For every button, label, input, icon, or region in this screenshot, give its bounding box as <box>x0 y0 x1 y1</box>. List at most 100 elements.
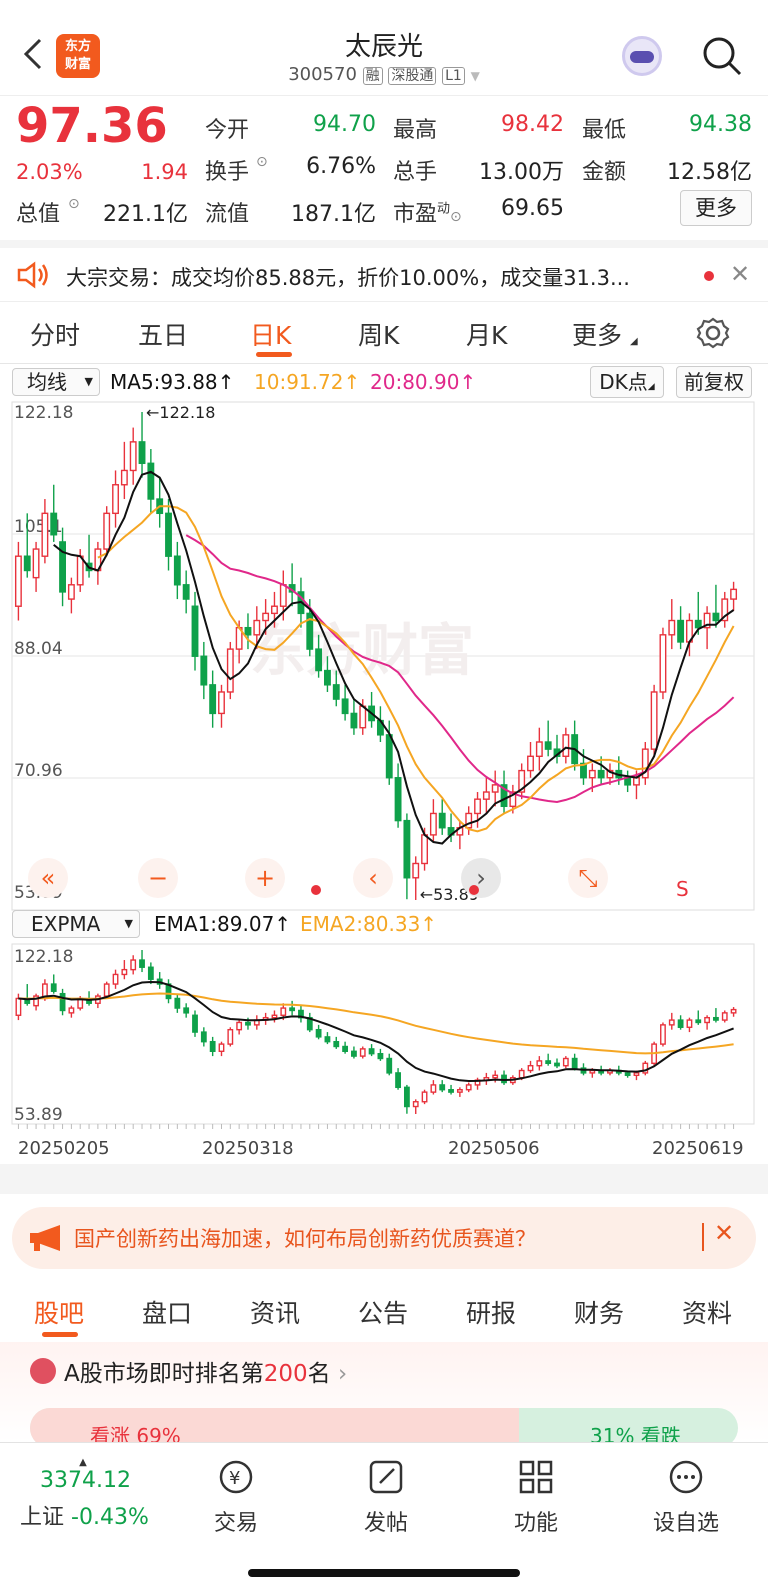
candle-body <box>244 626 252 636</box>
candle-body <box>15 997 22 1016</box>
svg-text:¥: ¥ <box>229 1468 240 1489</box>
index-value: 3374.12 <box>40 1468 131 1493</box>
sub-chart-svg[interactable]: 122.18 53.89 20250205 20250318 20250506 20250… <box>0 942 768 1194</box>
candle-body <box>412 1101 419 1108</box>
badge-level: L1 <box>442 67 465 85</box>
index-ticker[interactable]: ▲ 3374.12 上证 -0.43% <box>20 1457 170 1531</box>
candle-body <box>227 1028 234 1045</box>
ema2-line <box>18 992 734 1055</box>
nav-watchlist[interactable]: 设自选 <box>636 1457 736 1537</box>
scroll-left-icon[interactable]: « <box>41 864 56 892</box>
tab-intraday[interactable]: 分时 <box>30 316 80 352</box>
adjust-button[interactable]: 前复权 <box>676 366 752 398</box>
megaphone-icon <box>30 1225 60 1251</box>
high-value: 98.42 <box>501 112 564 137</box>
kline-chart[interactable]: 均线 ▼ MA5:93.88↑ 10:91.72↑ 20:80.90↑ DK点◢ … <box>0 364 768 1194</box>
change-percent: 2.03% <box>16 160 83 184</box>
tab-research[interactable]: 研报 <box>466 1294 516 1330</box>
close-icon[interactable]: ✕ <box>714 1219 734 1247</box>
candle-body <box>695 1019 702 1024</box>
candle-body <box>209 1040 216 1052</box>
nav-functions[interactable]: 功能 <box>486 1457 586 1537</box>
tab-more[interactable]: 更多 <box>572 316 622 352</box>
triangle-up-icon: ▲ <box>79 1457 87 1468</box>
indicator-select[interactable]: 均线 ▼ <box>12 368 100 396</box>
nav-label: 发帖 <box>363 1511 408 1536</box>
home-indicator <box>248 1569 520 1577</box>
candle-body <box>280 1007 287 1016</box>
caret-icon: ◢ <box>630 336 638 347</box>
candle-body <box>200 1031 207 1043</box>
rank-prefix: A股市场即时排名第 <box>64 1361 264 1387</box>
more-button[interactable]: 更多 <box>680 190 752 226</box>
promo-text[interactable]: 国产创新药出海加速，如何布局创新药优质赛道？ <box>74 1223 536 1253</box>
dk-point-button[interactable]: DK点◢ <box>590 366 664 398</box>
zoom-in-icon[interactable]: + <box>255 864 275 892</box>
prev-icon[interactable]: ‹ <box>368 864 378 892</box>
tab-weekly-k[interactable]: 周K <box>358 316 399 352</box>
main-chart-svg[interactable]: 122.18105.188.0470.9653.89东方财富←122.18←53… <box>0 400 768 912</box>
candle-body <box>465 1084 472 1091</box>
candle-body <box>236 1021 243 1031</box>
nav-post[interactable]: 发帖 <box>336 1457 436 1537</box>
info-icon[interactable]: ⊙ <box>450 209 462 225</box>
nav-trade[interactable]: ¥ 交易 <box>186 1457 286 1537</box>
candle-body <box>588 769 596 779</box>
candle-body <box>438 812 446 829</box>
tab-pankou[interactable]: 盘口 <box>142 1294 192 1330</box>
index-change: -0.43% <box>71 1505 149 1530</box>
candle-body <box>474 798 481 815</box>
mcap-value: 221.1亿 <box>103 202 188 227</box>
candle-body <box>359 1048 366 1057</box>
robot-avatar-icon[interactable] <box>622 36 662 76</box>
candle-body <box>412 862 420 879</box>
tab-five-day[interactable]: 五日 <box>138 316 188 352</box>
pe-value: 69.65 <box>501 196 564 221</box>
search-icon[interactable] <box>700 34 744 78</box>
zoom-out-icon[interactable]: − <box>148 864 168 892</box>
sub-indicator-select[interactable]: EXPMA ▼ <box>12 910 140 938</box>
candle-body <box>271 605 278 615</box>
candle-body <box>650 691 658 750</box>
candle-body <box>527 1065 534 1072</box>
nav-label: 功能 <box>513 1511 558 1536</box>
tab-guba[interactable]: 股吧 <box>34 1294 84 1330</box>
candle-body <box>535 741 543 757</box>
candle-body <box>32 548 40 579</box>
candle-body <box>341 698 349 715</box>
close-icon[interactable]: ✕ <box>730 260 750 288</box>
tab-daily-k[interactable]: 日K <box>250 316 291 352</box>
candle-body <box>333 1040 340 1048</box>
candle-body <box>482 791 490 800</box>
tab-profile[interactable]: 资料 <box>682 1294 732 1330</box>
turnover-label: 换手 <box>205 160 250 185</box>
notice-text[interactable]: 大宗交易：成交均价85.88元，折价10.00%，成交量31.3... <box>66 262 686 292</box>
rank-panel[interactable]: A股市场即时排名第200名 › 看涨 69% 31% 看跌 <box>0 1342 768 1448</box>
settings-icon[interactable] <box>696 316 730 350</box>
tab-news[interactable]: 资讯 <box>250 1294 300 1330</box>
candle-body <box>50 512 58 536</box>
candle-body <box>183 1007 190 1014</box>
candle-body <box>147 966 154 980</box>
tab-monthly-k[interactable]: 月K <box>466 316 507 352</box>
tab-finance[interactable]: 财务 <box>574 1294 624 1330</box>
dropdown-icon[interactable]: ▼ <box>471 69 480 83</box>
candle-body <box>677 1019 684 1028</box>
candle-body <box>633 777 640 786</box>
candle-body <box>112 484 119 515</box>
candle-body <box>129 441 137 472</box>
fullscreen-icon[interactable]: ⤡ <box>578 864 597 892</box>
promo-banner[interactable]: 国产创新药出海加速，如何布局创新药优质赛道？ ✕ <box>12 1207 756 1269</box>
signal-dot <box>469 885 479 895</box>
info-icon[interactable]: ⊙ <box>256 154 268 170</box>
rank-number: 200 <box>263 1361 308 1387</box>
candle-body <box>218 1043 225 1052</box>
candle-body <box>76 555 84 586</box>
candle-body <box>554 1062 560 1067</box>
candle-body <box>139 959 145 968</box>
indicator-select-label: 均线 <box>27 370 67 394</box>
tab-announcements[interactable]: 公告 <box>358 1294 408 1330</box>
grid-icon <box>519 1460 553 1494</box>
info-icon[interactable]: ⊙ <box>68 196 80 212</box>
notice-bar[interactable]: 大宗交易：成交均价85.88元，折价10.00%，成交量31.3... ✕ <box>0 240 768 302</box>
